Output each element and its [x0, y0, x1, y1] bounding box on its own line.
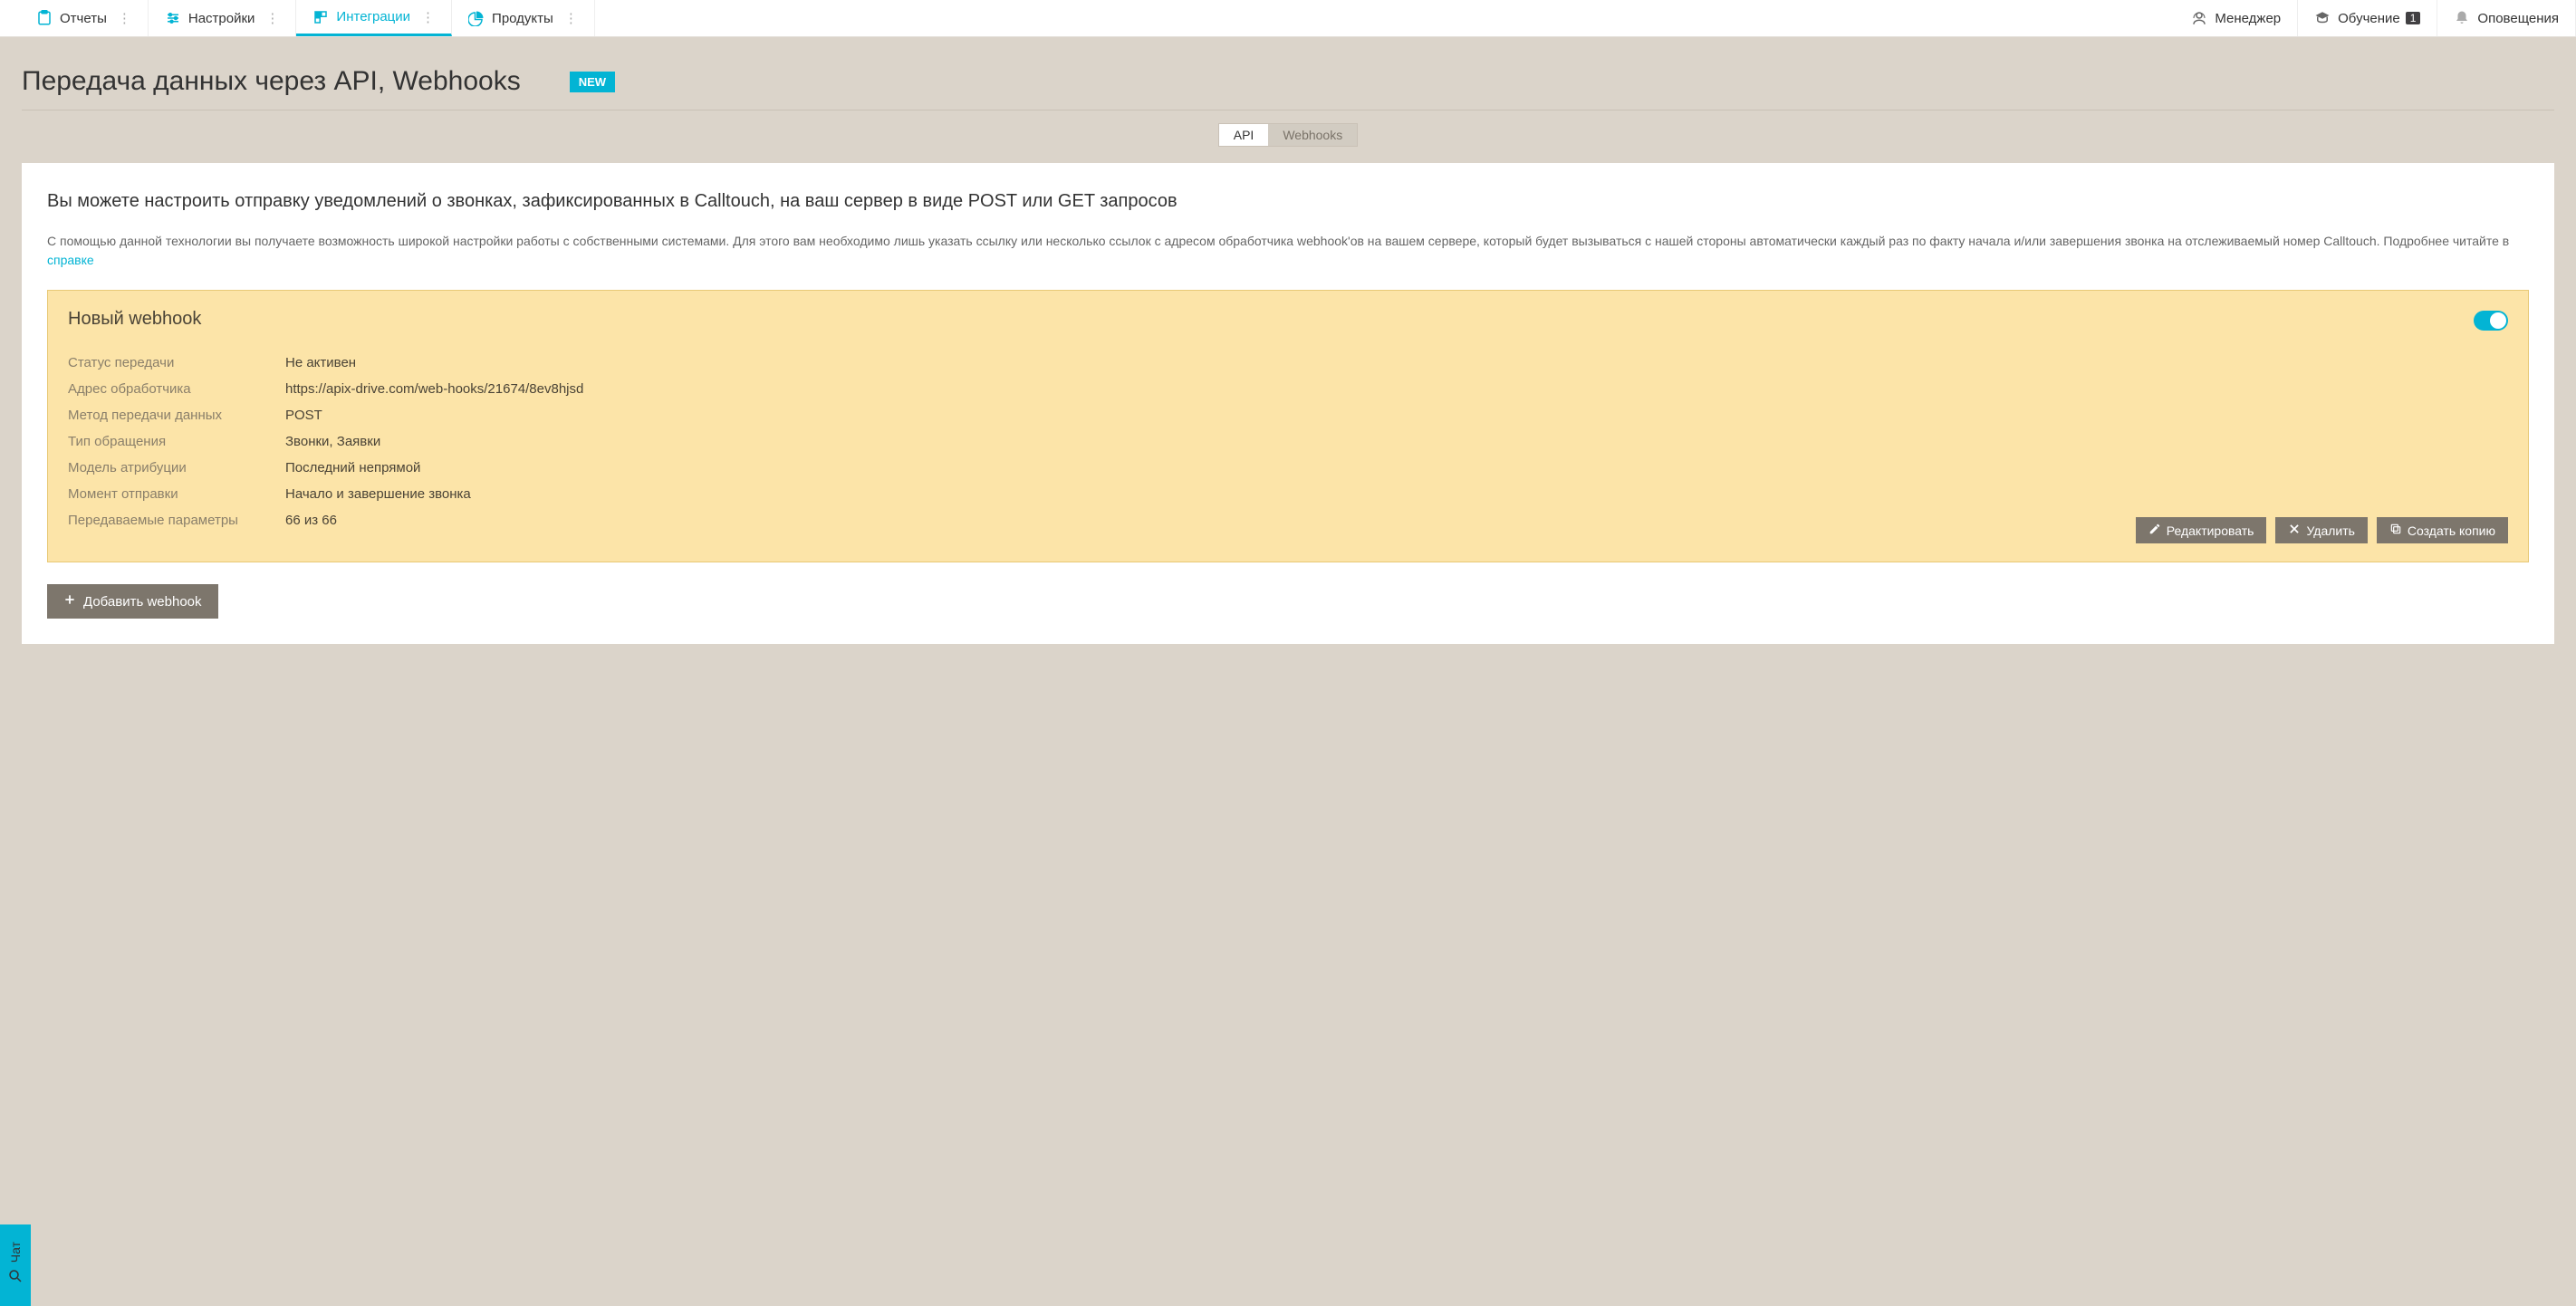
button-label: Удалить [2306, 523, 2354, 538]
button-label: Создать копию [2408, 523, 2495, 538]
button-label: Редактировать [2167, 523, 2254, 538]
webhook-row: Модель атрибуции Последний непрямой [68, 455, 2508, 481]
row-value: Звонки, Заявки [285, 434, 380, 449]
copy-icon [2389, 523, 2402, 538]
reports-icon [36, 10, 53, 26]
help-link[interactable]: справке [47, 253, 94, 267]
nav-item-products[interactable]: Продукты ⋮ [452, 0, 595, 36]
nav-left-group: Отчеты ⋮ Настройки ⋮ Интеграции ⋮ Продук… [20, 0, 595, 36]
nav-menu-dots-icon[interactable]: ⋮ [265, 10, 279, 26]
edit-button[interactable]: Редактировать [2136, 517, 2267, 543]
bell-icon [2454, 10, 2470, 26]
panel-heading: Вы можете настроить отправку уведомлений… [47, 188, 2529, 214]
webhook-row: Адрес обработчика https://apix-drive.com… [68, 376, 2508, 402]
row-label: Тип обращения [68, 434, 285, 449]
nav-label: Обучение [2338, 11, 2400, 26]
nav-label: Отчеты [60, 11, 107, 26]
row-value: Не активен [285, 355, 356, 370]
page-body: Передача данных через API, Webhooks NEW … [0, 37, 2576, 644]
webhook-toggle[interactable] [2474, 311, 2508, 331]
webhook-card: Новый webhook Статус передачи Не активен… [47, 290, 2529, 562]
top-nav: Отчеты ⋮ Настройки ⋮ Интеграции ⋮ Продук… [0, 0, 2576, 37]
chat-label: Чат [8, 1242, 23, 1263]
manager-icon [2191, 10, 2207, 26]
row-label: Модель атрибуции [68, 460, 285, 475]
search-icon [7, 1268, 24, 1289]
button-label: Добавить webhook [83, 594, 202, 610]
nav-item-notifications[interactable]: Оповещения [2437, 0, 2576, 36]
page-header: Передача данных через API, Webhooks NEW [22, 37, 2554, 110]
nav-label: Оповещения [2477, 11, 2559, 26]
integrations-icon [312, 9, 329, 25]
subtabs-row: API Webhooks [22, 110, 2554, 163]
row-value: Начало и завершение звонка [285, 486, 471, 502]
close-icon [2288, 523, 2301, 538]
webhook-row: Момент отправки Начало и завершение звон… [68, 481, 2508, 507]
nav-label: Интеграции [336, 9, 410, 24]
page-title: Передача данных через API, Webhooks [22, 66, 521, 97]
nav-label: Менеджер [2215, 11, 2281, 26]
webhook-actions: Редактировать Удалить Создать копию [68, 517, 2508, 543]
copy-button[interactable]: Создать копию [2377, 517, 2508, 543]
nav-item-settings[interactable]: Настройки ⋮ [149, 0, 297, 36]
row-label: Адрес обработчика [68, 381, 285, 397]
settings-icon [165, 10, 181, 26]
nav-label: Настройки [188, 11, 255, 26]
nav-item-training[interactable]: Обучение 1 [2298, 0, 2437, 36]
nav-item-integrations[interactable]: Интеграции ⋮ [296, 0, 452, 36]
row-label: Момент отправки [68, 486, 285, 502]
nav-item-reports[interactable]: Отчеты ⋮ [20, 0, 149, 36]
nav-label: Продукты [492, 11, 553, 26]
main-panel: Вы можете настроить отправку уведомлений… [22, 163, 2554, 644]
webhook-row: Статус передачи Не активен [68, 350, 2508, 376]
panel-desc-text: С помощью данной технологии вы получаете… [47, 234, 2509, 248]
row-value: Последний непрямой [285, 460, 420, 475]
training-icon [2314, 10, 2331, 26]
nav-menu-dots-icon[interactable]: ⋮ [421, 9, 435, 25]
nav-right-group: Менеджер Обучение 1 Оповещения [2175, 0, 2576, 36]
add-webhook-button[interactable]: Добавить webhook [47, 584, 218, 619]
row-label: Передаваемые параметры [68, 513, 285, 528]
nav-item-manager[interactable]: Менеджер [2175, 0, 2298, 36]
row-label: Статус передачи [68, 355, 285, 370]
nav-menu-dots-icon[interactable]: ⋮ [564, 10, 578, 26]
delete-button[interactable]: Удалить [2275, 517, 2367, 543]
chat-tab[interactable]: Чат [0, 1224, 31, 1306]
plus-icon [63, 593, 76, 610]
subtab-group: API Webhooks [1218, 123, 1358, 147]
row-value: 66 из 66 [285, 513, 337, 528]
row-label: Метод передачи данных [68, 408, 285, 423]
products-icon [468, 10, 485, 26]
row-value: https://apix-drive.com/web-hooks/21674/8… [285, 381, 583, 397]
toggle-knob [2490, 312, 2506, 329]
nav-menu-dots-icon[interactable]: ⋮ [118, 10, 131, 26]
webhook-title: Новый webhook [68, 309, 2508, 330]
pencil-icon [2148, 523, 2161, 538]
add-webhook-row: Добавить webhook [47, 584, 2529, 619]
panel-description: С помощью данной технологии вы получаете… [47, 232, 2529, 270]
row-value: POST [285, 408, 322, 423]
new-badge: NEW [570, 72, 615, 92]
tab-api[interactable]: API [1219, 124, 1269, 146]
training-badge: 1 [2406, 12, 2421, 24]
webhook-row: Тип обращения Звонки, Заявки [68, 428, 2508, 455]
webhook-row: Метод передачи данных POST [68, 402, 2508, 428]
tab-webhooks[interactable]: Webhooks [1268, 124, 1357, 146]
